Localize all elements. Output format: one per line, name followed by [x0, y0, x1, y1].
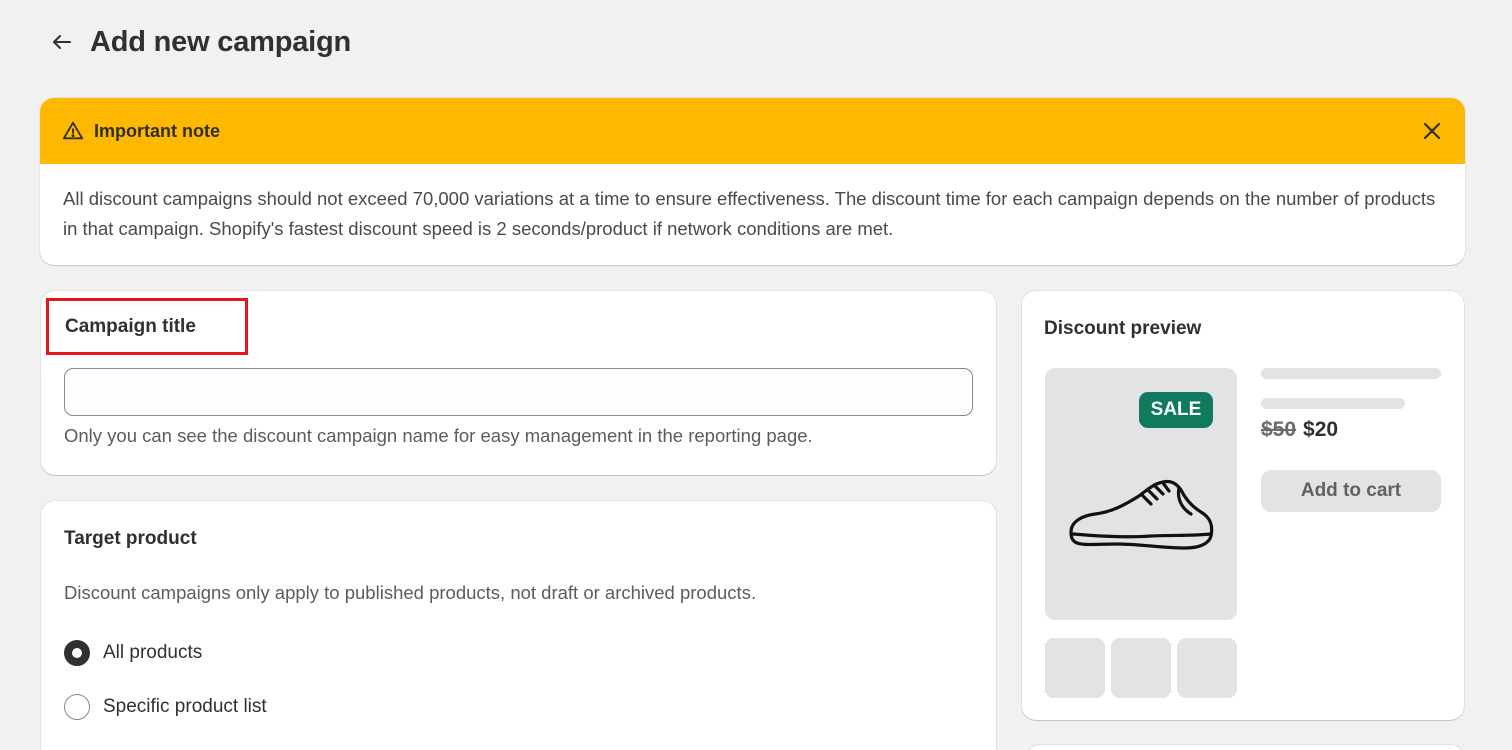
warning-icon [62, 120, 84, 142]
target-product-card: Target product Discount campaigns only a… [41, 501, 996, 750]
page-title: Add new campaign [90, 25, 352, 58]
product-name-skeleton [1261, 368, 1441, 379]
thumbnail-placeholder [1045, 638, 1105, 698]
discount-preview-title: Discount preview [1044, 318, 1202, 339]
campaign-title-highlight: Campaign title [46, 298, 248, 355]
campaign-help-text: Only you can see the discount campaign n… [64, 425, 813, 446]
sneaker-icon [1069, 479, 1214, 550]
arrow-left-icon [53, 35, 71, 49]
back-button[interactable] [48, 28, 76, 56]
page-header: Add new campaign [48, 22, 351, 62]
radio-label: All products [103, 642, 203, 663]
thumbnail-placeholder [1111, 638, 1171, 698]
thumbnail-placeholder [1177, 638, 1237, 698]
campaign-title-card: Campaign title Only you can see the disc… [41, 291, 996, 475]
campaign-title-label: Campaign title [65, 315, 196, 337]
radio-button[interactable] [64, 694, 90, 720]
radio-label: Specific product list [103, 696, 267, 717]
close-icon[interactable] [1421, 120, 1443, 142]
target-product-title: Target product [64, 528, 197, 549]
radio-specific-product-list[interactable]: Specific product list [64, 694, 267, 720]
banner-title: Important note [94, 120, 220, 141]
important-note-banner: Important note All discount campaigns sh… [40, 98, 1465, 265]
sale-badge: SALE [1139, 392, 1213, 428]
page: Add new campaign Important note All disc… [0, 0, 1512, 750]
new-price: $20 [1303, 418, 1339, 441]
discount-preview-card: Discount preview SALE $50 $20 Add to car… [1022, 291, 1464, 720]
add-to-cart-button[interactable]: Add to cart [1261, 470, 1441, 512]
radio-button-checked[interactable] [64, 640, 90, 666]
product-subtitle-skeleton [1261, 398, 1405, 409]
product-image-placeholder: SALE [1045, 368, 1237, 620]
price-row: $50 $20 [1261, 418, 1338, 442]
banner-header: Important note [40, 98, 1465, 164]
campaign-title-input[interactable] [64, 368, 973, 416]
radio-all-products[interactable]: All products [64, 640, 202, 666]
banner-body: All discount campaigns should not exceed… [63, 188, 1436, 239]
old-price: $50 [1261, 418, 1297, 441]
target-product-description: Discount campaigns only apply to publish… [64, 582, 757, 603]
next-card [1026, 745, 1464, 750]
